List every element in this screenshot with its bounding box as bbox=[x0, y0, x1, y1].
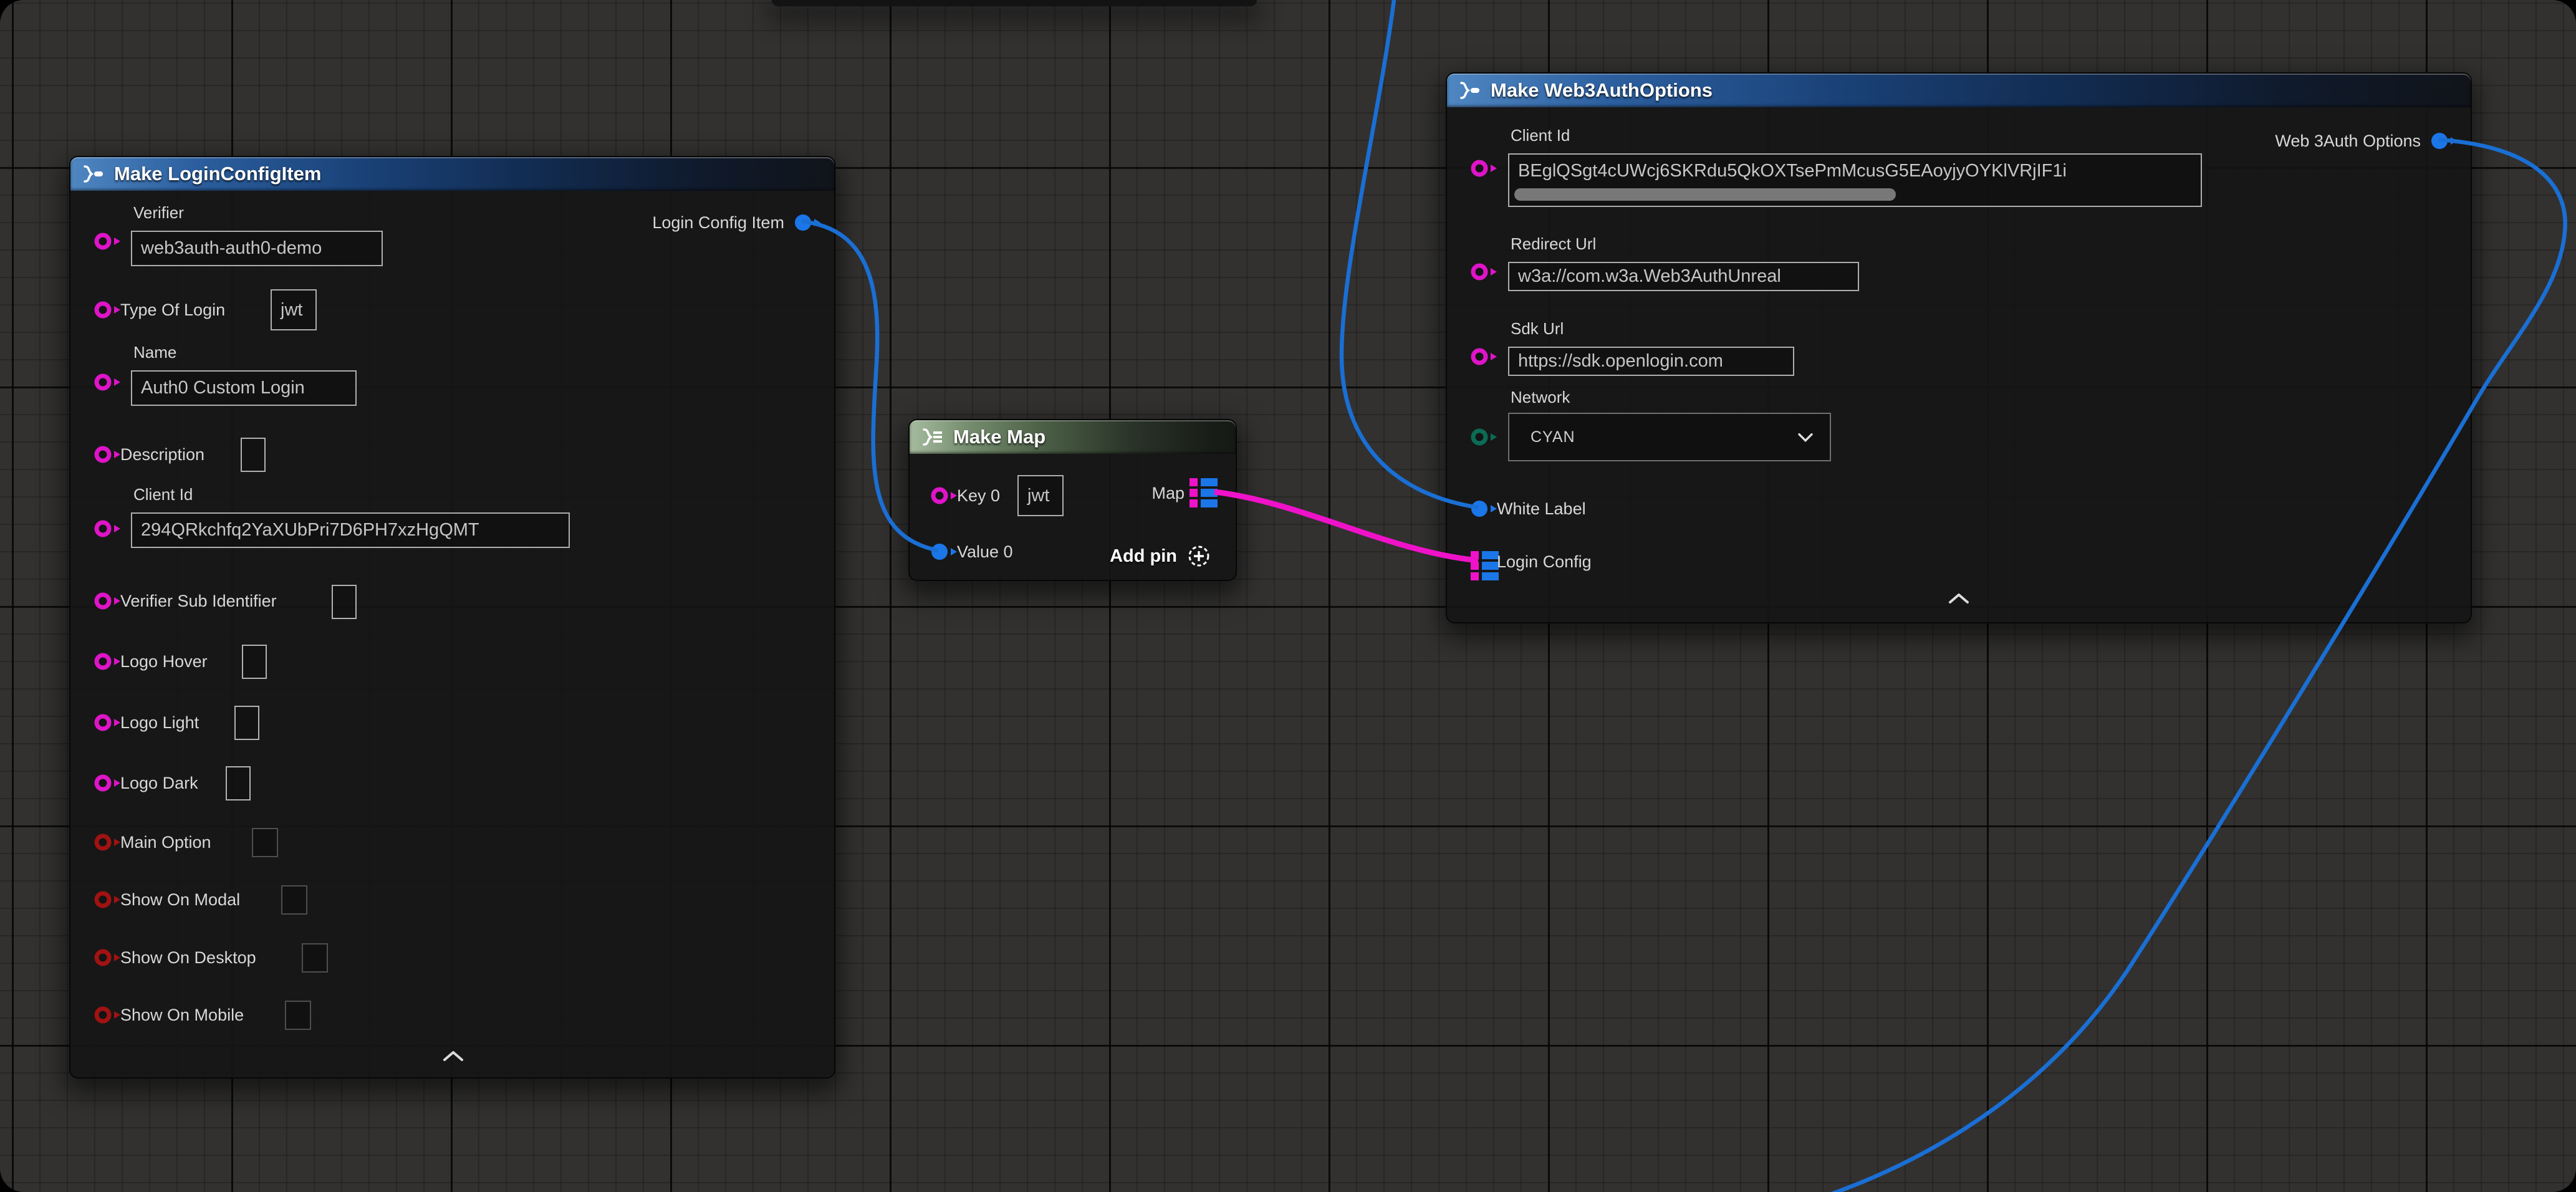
label-show-on-desktop: Show On Desktop bbox=[120, 946, 256, 969]
pin-verifier-input[interactable] bbox=[93, 231, 125, 255]
label-network: Network bbox=[1511, 387, 1570, 408]
field-name[interactable]: Auth0 Custom Login bbox=[131, 370, 357, 406]
pin-name-input[interactable] bbox=[93, 372, 125, 396]
node-title: Make Map bbox=[953, 426, 1045, 448]
pin-client-id-input[interactable] bbox=[93, 518, 125, 542]
field-redirect-url[interactable]: w3a://com.w3a.Web3AuthUnreal bbox=[1508, 262, 1859, 291]
collapse-chevron-icon[interactable] bbox=[1948, 593, 1969, 607]
field-sdk-url[interactable]: https://sdk.openlogin.com bbox=[1508, 347, 1794, 376]
label-show-on-mobile: Show On Mobile bbox=[120, 1004, 244, 1026]
pin-login-config-item-output[interactable] bbox=[793, 212, 825, 236]
label-show-on-modal: Show On Modal bbox=[120, 888, 240, 911]
label-logo-hover: Logo Hover bbox=[120, 650, 208, 673]
collapse-chevron-icon[interactable] bbox=[443, 1050, 464, 1065]
offscreen-node-bottom-edge bbox=[772, 0, 1257, 6]
plus-circle-icon bbox=[1187, 544, 1211, 568]
label-client-id: Client Id bbox=[133, 484, 193, 505]
node-title: Make LoginConfigItem bbox=[114, 163, 321, 185]
field-description[interactable] bbox=[241, 438, 266, 472]
pin-redirect-url-input[interactable] bbox=[1469, 261, 1502, 286]
node-header[interactable]: Make Web3AuthOptions bbox=[1447, 74, 2471, 107]
add-pin-label: Add pin bbox=[1110, 546, 1177, 567]
pin-login-config-input[interactable] bbox=[1469, 551, 1501, 584]
dropdown-network[interactable]: CYAN bbox=[1508, 413, 1831, 461]
label-key-0: Key 0 bbox=[957, 484, 1000, 507]
label-logo-light: Logo Light bbox=[120, 711, 199, 734]
make-map-icon bbox=[920, 428, 944, 446]
blueprint-graph-canvas[interactable]: Make LoginConfigItem Verifier web3auth-aut… bbox=[0, 0, 2576, 1192]
node-make-loginconfigitem[interactable]: Make LoginConfigItem Verifier web3auth-aut… bbox=[69, 156, 835, 1079]
pin-client-id-input[interactable] bbox=[1469, 158, 1502, 182]
label-client-id: Client Id bbox=[1511, 125, 1570, 146]
make-struct-icon bbox=[80, 165, 105, 183]
label-sdk-url: Sdk Url bbox=[1511, 318, 1564, 339]
label-white-label: White Label bbox=[1497, 497, 1586, 520]
label-verifier: Verifier bbox=[133, 202, 184, 223]
field-client-id[interactable]: 294QRkchfq2YaXUbPri7D6PH7xzHgQMT bbox=[131, 512, 570, 548]
make-struct-icon bbox=[1457, 81, 1482, 100]
node-header[interactable]: Make Map bbox=[910, 420, 1236, 454]
pin-map-output[interactable] bbox=[1188, 478, 1219, 511]
field-key-0[interactable]: jwt bbox=[1017, 475, 1064, 516]
field-logo-dark[interactable] bbox=[226, 766, 251, 800]
dropdown-value: CYAN bbox=[1531, 428, 1575, 446]
checkbox-main-option[interactable] bbox=[252, 828, 278, 857]
checkbox-show-on-mobile[interactable] bbox=[285, 1001, 311, 1030]
field-logo-hover[interactable] bbox=[242, 645, 267, 679]
node-header[interactable]: Make LoginConfigItem bbox=[70, 157, 834, 191]
label-name: Name bbox=[133, 342, 176, 363]
label-login-config: Login Config bbox=[1497, 550, 1592, 573]
label-web-3auth-options: Web 3Auth Options bbox=[2275, 130, 2421, 152]
wire-map-to-login-config[interactable] bbox=[1214, 492, 1478, 560]
label-map: Map bbox=[1151, 482, 1185, 504]
label-value-0: Value 0 bbox=[957, 541, 1013, 563]
chevron-down-icon[interactable] bbox=[1797, 429, 1814, 447]
pin-sdk-url-input[interactable] bbox=[1469, 346, 1502, 370]
node-make-map[interactable]: Make Map Key 0 jwt Value 0 Map Add pin bbox=[908, 419, 1237, 581]
node-title: Make Web3AuthOptions bbox=[1491, 79, 1713, 102]
node-make-web3authoptions[interactable]: Make Web3AuthOptionsClient IdBEglQSgt4cU… bbox=[1446, 72, 2472, 623]
add-pin-button[interactable]: Add pin bbox=[1110, 544, 1211, 568]
field-type-of-login[interactable]: jwt bbox=[271, 289, 317, 330]
checkbox-show-on-modal[interactable] bbox=[281, 885, 307, 915]
label-logo-dark: Logo Dark bbox=[120, 772, 198, 794]
label-type-of-login: Type Of Login bbox=[120, 299, 225, 321]
label-verifier-sub-identifier: Verifier Sub Identifier bbox=[120, 590, 277, 612]
label-login-config-item: Login Config Item bbox=[652, 211, 784, 234]
field-verifier-sub-identifier[interactable] bbox=[332, 585, 357, 619]
label-main-option: Main Option bbox=[120, 831, 211, 853]
pin-network-input[interactable] bbox=[1469, 426, 1502, 451]
field-verifier[interactable]: web3auth-auth0-demo bbox=[131, 231, 383, 266]
pin-web-3auth-options-output[interactable] bbox=[2429, 130, 2462, 155]
label-description: Description bbox=[120, 443, 204, 466]
label-redirect-url: Redirect Url bbox=[1511, 233, 1596, 254]
field-client-id-scrollbar[interactable] bbox=[1514, 188, 1896, 201]
checkbox-show-on-desktop[interactable] bbox=[302, 943, 328, 973]
field-logo-light[interactable] bbox=[234, 706, 259, 740]
